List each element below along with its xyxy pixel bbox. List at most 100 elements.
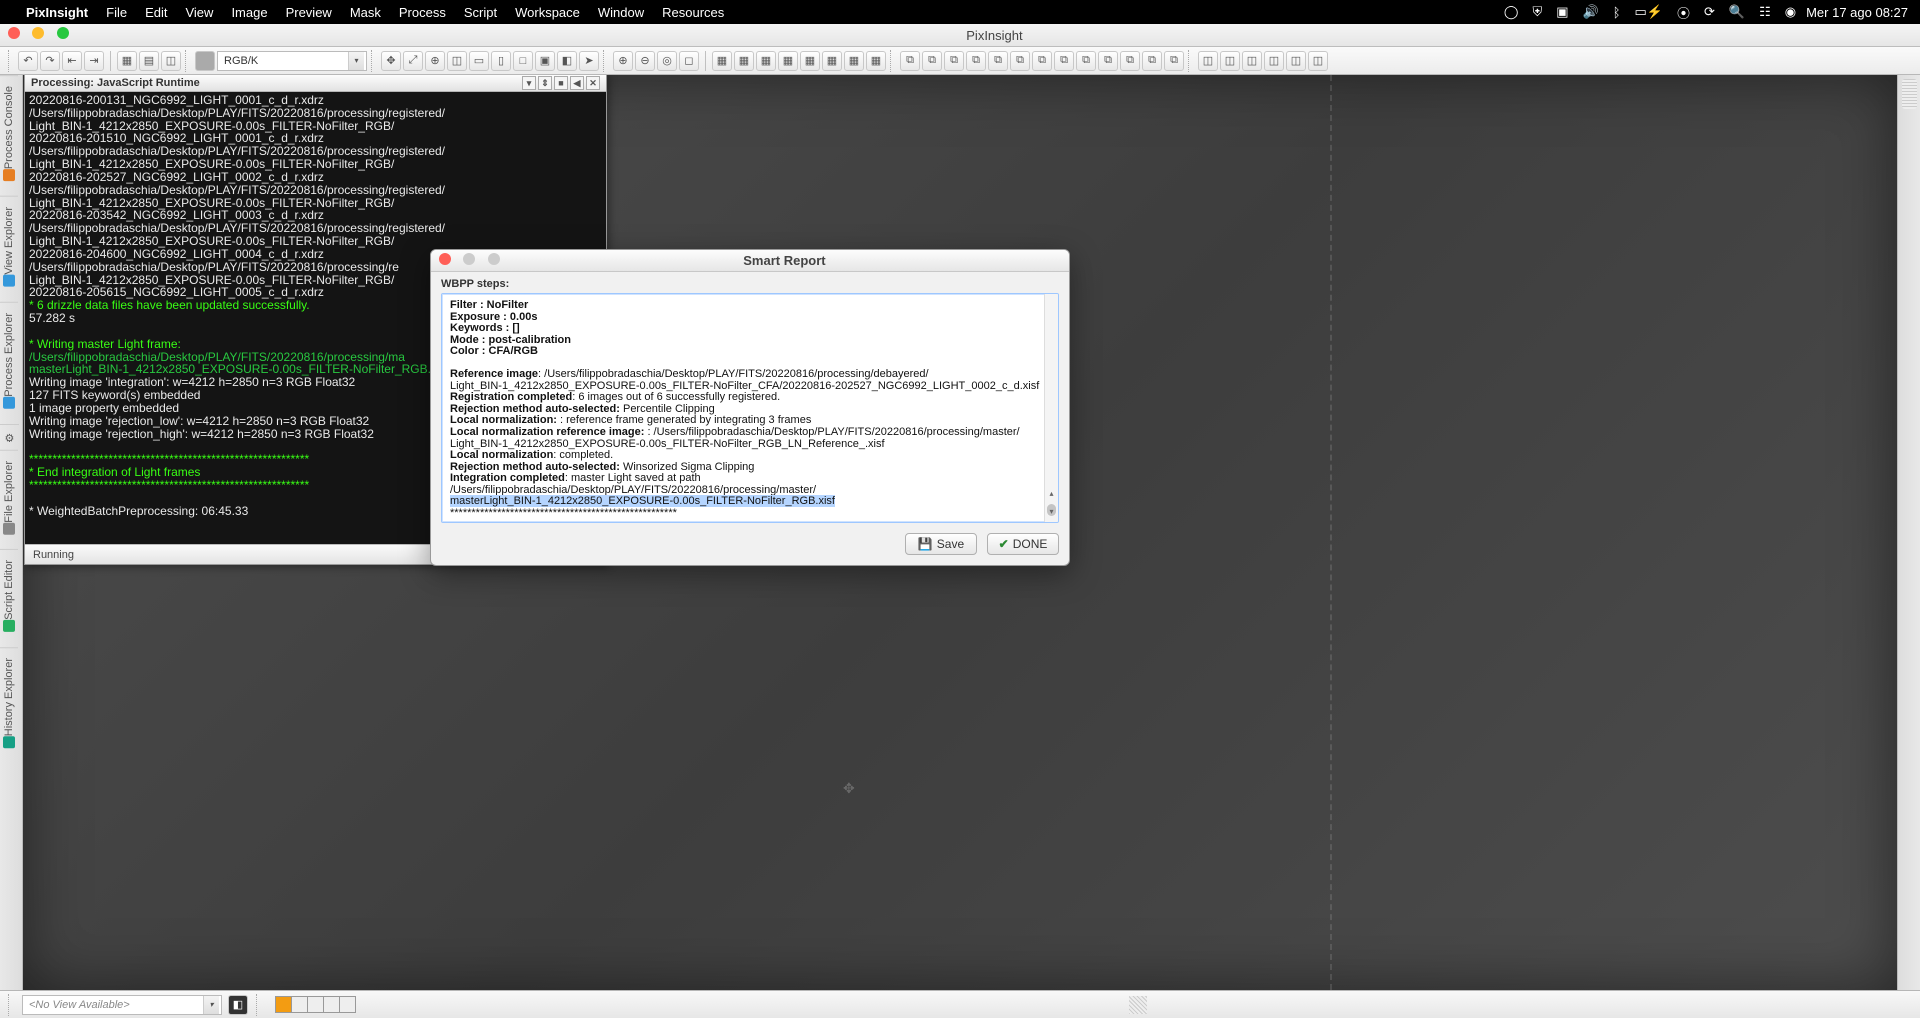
swatch-4[interactable] <box>323 996 340 1013</box>
report-textarea[interactable]: Filter : NoFilter Exposure : 0.00s Keywo… <box>441 293 1059 523</box>
mask-icon-1[interactable]: ◫ <box>1198 51 1218 71</box>
menu-preview[interactable]: Preview <box>286 5 332 20</box>
mask-icon-2[interactable]: ◫ <box>1220 51 1240 71</box>
menubar-app-name[interactable]: PixInsight <box>26 5 88 20</box>
swatch-2[interactable] <box>291 996 308 1013</box>
win-icon-9[interactable]: ⧉ <box>1076 51 1096 71</box>
win-icon-7[interactable]: ⧉ <box>1032 51 1052 71</box>
win-icon-3[interactable]: ⧉ <box>944 51 964 71</box>
menu-edit[interactable]: Edit <box>145 5 167 20</box>
toolbar-grip4[interactable] <box>603 50 609 72</box>
menu-resources[interactable]: Resources <box>662 5 724 20</box>
grid-icon-7[interactable]: ▦ <box>844 51 864 71</box>
win-icon-4[interactable]: ⧉ <box>966 51 986 71</box>
channel-swatch[interactable] <box>195 51 215 71</box>
redo-all-button[interactable]: ⇥ <box>84 51 104 71</box>
undo-all-button[interactable]: ⇤ <box>62 51 82 71</box>
console-pin-icon[interactable]: ▾ <box>522 76 536 90</box>
status-sync-icon[interactable]: ⟳ <box>1704 4 1715 20</box>
status-control-center-icon[interactable]: ☷ <box>1759 4 1771 20</box>
save-button[interactable]: 💾Save <box>905 533 977 555</box>
mask-icon-6[interactable]: ◫ <box>1308 51 1328 71</box>
console-stop-icon[interactable]: ■ <box>554 76 568 90</box>
status-wifi-icon[interactable]: ⦿ <box>1677 3 1690 22</box>
dock-tab-script-editor[interactable]: Script Editor <box>0 549 18 647</box>
tool-icon-d[interactable]: □ <box>513 51 533 71</box>
icon-btn-3[interactable]: ◫ <box>161 51 181 71</box>
status-systray-icon[interactable]: ◯ <box>1504 4 1519 20</box>
menu-file[interactable]: File <box>106 5 127 20</box>
win-icon-8[interactable]: ⧉ <box>1054 51 1074 71</box>
console-titlebar[interactable]: Processing: JavaScript Runtime ▾ ⇕ ■ ◀ ✕ <box>25 75 606 92</box>
win-icon-12[interactable]: ⧉ <box>1142 51 1162 71</box>
zoom-out-icon[interactable]: ⊖ <box>635 51 655 71</box>
dock-tab-process-console[interactable]: Process Console <box>0 75 18 196</box>
tool-icon-f[interactable]: ◧ <box>557 51 577 71</box>
win-icon-2[interactable]: ⧉ <box>922 51 942 71</box>
grid-icon-5[interactable]: ▦ <box>800 51 820 71</box>
scroll-down-icon[interactable]: ▾ <box>1045 508 1058 522</box>
grid-icon-6[interactable]: ▦ <box>822 51 842 71</box>
status-app-icon[interactable]: ▣ <box>1556 4 1568 20</box>
dialog-close-icon[interactable] <box>439 253 451 265</box>
bottom-color-value-icon[interactable]: ◧ <box>228 995 248 1015</box>
swatch-active[interactable] <box>275 996 292 1013</box>
mask-icon-5[interactable]: ◫ <box>1286 51 1306 71</box>
grid-icon-4[interactable]: ▦ <box>778 51 798 71</box>
redo-button[interactable]: ↷ <box>40 51 60 71</box>
center-icon[interactable]: ⊕ <box>425 51 445 71</box>
win-icon-1[interactable]: ⧉ <box>900 51 920 71</box>
menu-workspace[interactable]: Workspace <box>515 5 580 20</box>
workspace[interactable]: ✥ Processing: JavaScript Runtime ▾ ⇕ ■ ◀… <box>23 75 1897 990</box>
menu-mask[interactable]: Mask <box>350 5 381 20</box>
tool-icon-b[interactable]: ▭ <box>469 51 489 71</box>
win-icon-5[interactable]: ⧉ <box>988 51 1008 71</box>
dialog-titlebar[interactable]: Smart Report <box>431 250 1069 272</box>
menu-image[interactable]: Image <box>231 5 267 20</box>
win-icon-6[interactable]: ⧉ <box>1010 51 1030 71</box>
status-volume-icon[interactable]: 🔊 <box>1583 4 1599 20</box>
pointer-tool-icon[interactable]: ➤ <box>579 51 599 71</box>
scroll-up-icon[interactable]: ▴ <box>1045 490 1058 504</box>
zoom-window-icon[interactable] <box>57 27 69 39</box>
menu-window[interactable]: Window <box>598 5 644 20</box>
bottom-grip[interactable] <box>8 994 14 1016</box>
channel-selector[interactable]: RGB/K ▾ <box>217 51 367 71</box>
swatch-5[interactable] <box>339 996 356 1013</box>
console-close-icon[interactable]: ✕ <box>586 76 600 90</box>
toolbar-grip3[interactable] <box>371 50 377 72</box>
report-scrollbar[interactable]: ▴ ▾ <box>1044 294 1058 522</box>
dock-tab-history-explorer[interactable]: History Explorer <box>0 647 18 763</box>
undo-button[interactable]: ↶ <box>18 51 38 71</box>
dock-tab-file-explorer[interactable]: File Explorer <box>0 450 18 550</box>
icon-btn-2[interactable]: ▤ <box>139 51 159 71</box>
bottom-grip2[interactable] <box>256 994 262 1016</box>
done-button[interactable]: ✔DONE <box>987 533 1059 555</box>
workspace-divider[interactable] <box>1330 75 1332 990</box>
tool-icon-e[interactable]: ▣ <box>535 51 555 71</box>
grid-icon-1[interactable]: ▦ <box>712 51 732 71</box>
fit-view-icon[interactable]: ⤢ <box>403 51 423 71</box>
toolbar-grip5[interactable] <box>890 50 896 72</box>
right-dock-handle[interactable] <box>1902 79 1917 109</box>
dock-tab-view-explorer[interactable]: View Explorer <box>0 196 18 302</box>
menu-process[interactable]: Process <box>399 5 446 20</box>
dock-tab-gear[interactable]: ⚙ <box>0 424 19 450</box>
menu-script[interactable]: Script <box>464 5 497 20</box>
zoom-in-icon[interactable]: ⊕ <box>613 51 633 71</box>
win-icon-13[interactable]: ⧉ <box>1164 51 1184 71</box>
mask-icon-3[interactable]: ◫ <box>1242 51 1262 71</box>
mask-icon-4[interactable]: ◫ <box>1264 51 1284 71</box>
win-icon-10[interactable]: ⧉ <box>1098 51 1118 71</box>
icon-btn-1[interactable]: ▦ <box>117 51 137 71</box>
tool-icon-c[interactable]: ▯ <box>491 51 511 71</box>
zoom-fit-icon[interactable]: ◻ <box>679 51 699 71</box>
status-search-icon[interactable]: 🔍 <box>1729 4 1745 20</box>
console-prev-icon[interactable]: ◀ <box>570 76 584 90</box>
toolbar-grip[interactable] <box>8 50 14 72</box>
grid-icon-2[interactable]: ▦ <box>734 51 754 71</box>
status-shield-icon[interactable]: ⛨ <box>1532 4 1542 20</box>
win-icon-11[interactable]: ⧉ <box>1120 51 1140 71</box>
dock-tab-process-explorer[interactable]: Process Explorer <box>0 302 18 424</box>
swatch-3[interactable] <box>307 996 324 1013</box>
